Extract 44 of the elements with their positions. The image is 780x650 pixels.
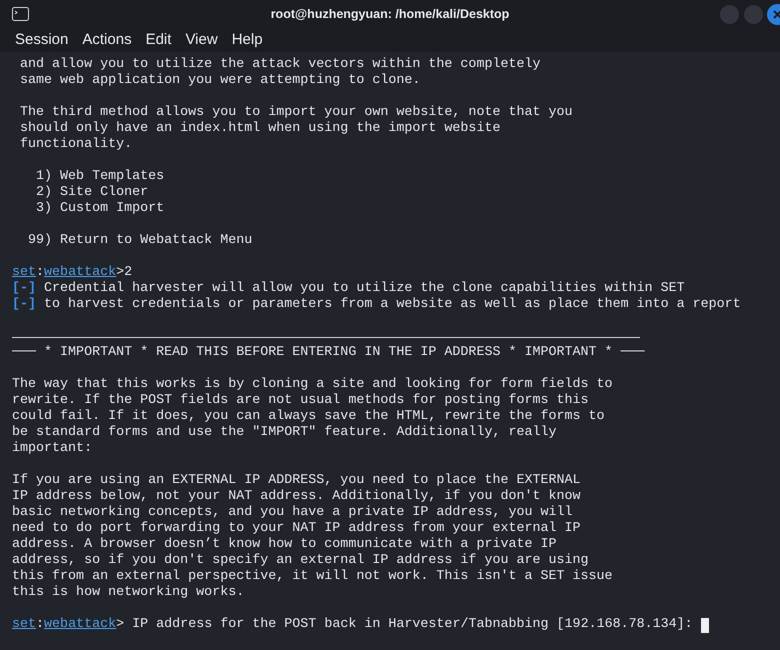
terminal-line: address. A browser doesn’t know how to communicate with a private IP — [12, 537, 557, 553]
terminal-line: Credential harvester will allow you to utilize the clone capabilities within SET — [43, 281, 685, 297]
command-text: >2 — [116, 265, 132, 281]
terminal-line: this from an external perspective, it will not work. This isn't a SET issue — [12, 569, 613, 585]
minimize-button[interactable] — [719, 4, 740, 24]
terminal-line: 99) Return to Webattack Menu — [27, 233, 252, 249]
prompt-separator: : — [36, 617, 44, 633]
menu-item[interactable]: Actions — [75, 28, 139, 52]
prompt-module: webattack — [44, 265, 116, 281]
window-title: root@huzhengyuan: /home/kali/Desktop — [270, 6, 510, 23]
menu-item[interactable]: Session — [8, 28, 76, 52]
terminal-line: need to do port forwarding to your NAT IP address from your external IP — [12, 521, 581, 537]
terminal-line: 3) Custom Import — [35, 201, 164, 217]
terminal-line: could fail. If it does, you can always save the HTML, rewrite the forms to — [12, 409, 605, 425]
prompt-module: webattack — [44, 617, 116, 633]
terminal-line: 1) Web Templates — [35, 169, 164, 185]
info-marker: [-] — [12, 281, 36, 297]
close-icon — [773, 10, 780, 18]
terminal-line: The way that this works is by cloning a site and looking for form fields to — [12, 377, 613, 393]
menu-item[interactable]: Help — [224, 28, 270, 52]
terminal-icon — [12, 7, 29, 21]
terminal-line: IP address below, not your NAT address. Additionally, if you don't know — [12, 489, 581, 505]
terminal-line: The third method allows you to import your own website, note that you — [19, 105, 573, 121]
command-text: > IP address for the POST back in Harvester/Tabnabbing [192.168.78.134]: — [116, 617, 694, 633]
terminal-line: and allow you to utilize the attack vectors within the completely — [19, 57, 540, 73]
terminal-line: If you are using an EXTERNAL IP ADDRESS, you need to place the EXTERNAL — [12, 473, 581, 489]
terminal-line: should only have an index.html when using the import website — [19, 121, 500, 137]
terminal-line: functionality. — [19, 137, 132, 153]
prompt-separator: : — [36, 265, 44, 281]
menu-item[interactable]: View — [178, 28, 225, 52]
prompt-host: set — [12, 617, 36, 633]
terminal-line: ─── * IMPORTANT * READ THIS BEFORE ENTERING IN THE IP ADDRESS * IMPORTANT * ─── — [12, 345, 645, 361]
terminal-line: important: — [12, 441, 92, 457]
terminal-line: same web application you were attempting to clone. — [19, 73, 420, 89]
prompt-host: set — [12, 265, 36, 281]
info-marker: [-] — [12, 297, 36, 313]
terminal-line: address, so if you don't specify an external IP address if you are using — [12, 553, 589, 569]
terminal-line: to harvest credentials or parameters from a website as well as place them into a report — [43, 297, 741, 313]
terminal-line: this is how networking works. — [12, 585, 244, 601]
terminal-line: basic networking concepts, and you have a private IP address, you will — [12, 505, 573, 521]
terminal-line: rewrite. If the POST fields are not usual methods for posting forms this — [12, 393, 589, 409]
terminal-line: 2) Site Cloner — [35, 185, 148, 201]
menu-item[interactable]: Edit — [138, 28, 178, 52]
terminal-line: be standard forms and use the "IMPORT" feature. Additionally, really — [12, 425, 557, 441]
